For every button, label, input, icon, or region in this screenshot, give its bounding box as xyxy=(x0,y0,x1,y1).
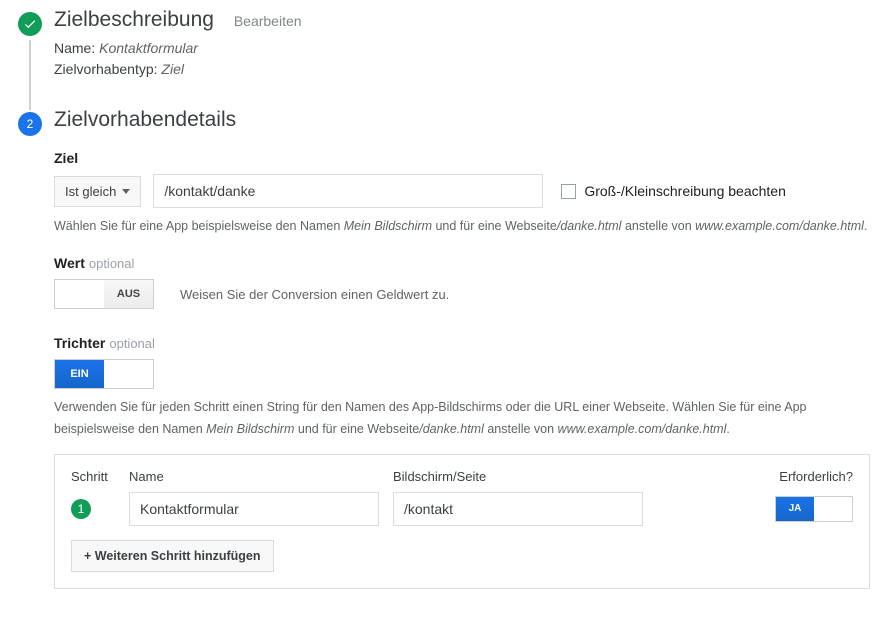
step2-row: 2 Zielvorhabendetails Ziel Ist gleich Gr… xyxy=(0,108,888,589)
funnel-help-text: Verwenden Sie für jeden Schritt einen St… xyxy=(54,397,870,440)
funnel-toggle-knob xyxy=(104,360,153,388)
value-toggle-off-label: AUS xyxy=(104,280,153,308)
required-toggle-on-label: JA xyxy=(776,497,814,521)
goal-help-text: Wählen Sie für eine App beispielsweise d… xyxy=(54,216,870,237)
match-type-select[interactable]: Ist gleich xyxy=(54,176,141,207)
col-screen-label: Bildschirm/Seite xyxy=(393,469,643,484)
step2-number-badge: 2 xyxy=(18,112,42,136)
step1-summary: Name: Kontaktformular Zielvorhabentyp: Z… xyxy=(54,38,870,80)
type-value: Ziel xyxy=(161,61,184,77)
goal-url-input[interactable] xyxy=(153,174,543,208)
connector-line xyxy=(29,40,31,110)
case-sensitive-checkbox[interactable] xyxy=(561,184,576,199)
goal-label: Ziel xyxy=(54,150,870,166)
step1-title: Zielbeschreibung xyxy=(54,8,214,32)
name-label: Name: xyxy=(54,40,95,56)
funnel-step-screen-input[interactable] xyxy=(393,492,643,526)
value-optional: optional xyxy=(89,256,135,271)
name-value: Kontaktformular xyxy=(99,40,198,56)
value-toggle-knob xyxy=(55,280,104,308)
chevron-down-icon xyxy=(122,189,130,194)
edit-link[interactable]: Bearbeiten xyxy=(234,13,302,29)
col-name-label: Name xyxy=(129,469,379,484)
type-label: Zielvorhabentyp: xyxy=(54,61,158,77)
required-toggle-knob xyxy=(814,497,852,521)
value-label: Wertoptional xyxy=(54,255,870,271)
case-sensitive-label: Groß-/Kleinschreibung beachten xyxy=(584,183,786,199)
funnel-optional: optional xyxy=(109,336,155,351)
funnel-label: Trichteroptional xyxy=(54,335,870,351)
step2-title: Zielvorhabendetails xyxy=(54,108,236,132)
value-desc: Weisen Sie der Conversion einen Geldwert… xyxy=(180,287,449,302)
value-toggle[interactable]: AUS xyxy=(54,279,154,309)
step1-check-icon xyxy=(18,12,42,36)
funnel-toggle[interactable]: EIN xyxy=(54,359,154,389)
funnel-step-name-input[interactable] xyxy=(129,492,379,526)
col-required-label: Erforderlich? xyxy=(779,469,853,484)
add-step-button[interactable]: + Weiteren Schritt hinzufügen xyxy=(71,540,274,572)
funnel-step-row: 1 JA xyxy=(71,492,853,526)
col-step-label: Schritt xyxy=(71,469,115,484)
funnel-steps-box: Schritt Name Bildschirm/Seite Erforderli… xyxy=(54,454,870,589)
match-type-text: Ist gleich xyxy=(65,184,116,199)
funnel-step-number: 1 xyxy=(71,499,91,519)
goal-row: Ist gleich Groß-/Kleinschreibung beachte… xyxy=(54,174,870,208)
funnel-toggle-on-label: EIN xyxy=(55,360,104,388)
step1-row: Zielbeschreibung Bearbeiten Name: Kontak… xyxy=(0,8,888,80)
funnel-header-row: Schritt Name Bildschirm/Seite Erforderli… xyxy=(71,469,853,484)
funnel-step-required-toggle[interactable]: JA xyxy=(775,496,853,522)
